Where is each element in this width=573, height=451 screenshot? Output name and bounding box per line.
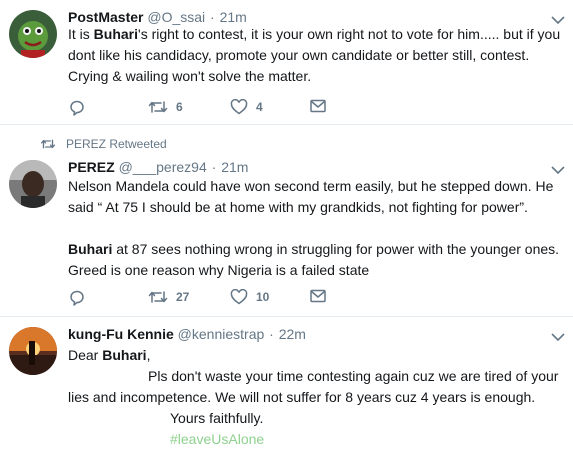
tweet-postmaster[interactable]: PostMaster @O_ssai · 21m It is Buhari's … <box>0 0 573 124</box>
message-button[interactable] <box>310 289 326 303</box>
separator-dot: · <box>269 326 274 342</box>
like-count: 10 <box>256 290 270 304</box>
reply-button[interactable] <box>68 99 86 117</box>
action-bar: 27 10 <box>68 289 398 309</box>
retweet-icon <box>148 101 168 113</box>
action-bar: 6 4 <box>68 99 398 119</box>
tweet-header: kung-Fu Kennie @kenniestrap · 22m <box>68 325 306 343</box>
hashtag-link[interactable]: #leaveUsAlone <box>68 429 568 450</box>
avatar[interactable] <box>9 160 57 208</box>
like-count: 4 <box>256 100 263 114</box>
chevron-down-icon[interactable] <box>551 12 565 25</box>
display-name[interactable]: kung-Fu Kennie <box>68 326 174 342</box>
text-segment: at 87 sees nothing wrong in struggling f… <box>68 241 560 278</box>
retweeted-label: PEREZ Retweeted <box>66 137 167 151</box>
envelope-icon <box>310 289 326 303</box>
message-button[interactable] <box>310 99 326 113</box>
separator-dot: · <box>210 9 215 25</box>
text-segment: Dear <box>68 347 103 363</box>
chevron-down-icon[interactable] <box>551 162 565 175</box>
signoff-line: Yours faithfully. <box>170 410 264 426</box>
display-name[interactable]: PEREZ <box>68 159 115 175</box>
avatar[interactable] <box>9 10 57 58</box>
text-segment: It is <box>68 26 94 42</box>
tweet-paragraph: Nelson Mandela could have won second ter… <box>68 178 554 215</box>
display-name[interactable]: PostMaster <box>68 9 143 25</box>
reply-button[interactable] <box>68 289 86 307</box>
text-bold: Buhari <box>93 26 139 42</box>
text-segment: , <box>146 347 151 363</box>
chevron-down-icon[interactable] <box>551 329 565 342</box>
tweet-kungfu-kennie[interactable]: kung-Fu Kennie @kenniestrap · 22m Dear B… <box>0 317 573 451</box>
like-button[interactable]: 10 <box>230 289 269 305</box>
retweet-icon <box>148 291 168 303</box>
tweet-perez[interactable]: PEREZ @___perez94 · 21m Nelson Mandela c… <box>0 150 573 316</box>
tweet-text: Dear Buhari, Pls don't waste your time c… <box>68 345 568 450</box>
heart-icon <box>230 289 248 305</box>
retweet-icon <box>40 139 56 149</box>
tweet-paragraph: Buhari at 87 sees nothing wrong in strug… <box>68 239 568 281</box>
heart-icon <box>230 99 248 115</box>
separator-dot: · <box>211 159 217 175</box>
body-line: Pls don't waste your time contesting aga… <box>148 368 559 384</box>
retweet-count: 27 <box>176 290 190 304</box>
retweeted-indicator[interactable]: PEREZ Retweeted <box>40 137 167 151</box>
greeting-line: Dear Buhari, <box>68 345 568 366</box>
text-bold: Buhari <box>102 347 147 363</box>
divider <box>0 124 573 125</box>
text-bold: Buhari <box>68 241 113 257</box>
tweet-text: Nelson Mandela could have won second ter… <box>68 176 568 281</box>
envelope-icon <box>310 99 326 113</box>
body-line: lies and incompetence. We will not suffe… <box>68 389 536 405</box>
user-handle[interactable]: @O_ssai <box>147 9 205 25</box>
retweet-count: 6 <box>176 100 183 114</box>
retweet-button[interactable]: 27 <box>148 289 189 305</box>
user-handle[interactable]: @___perez94 <box>119 159 207 175</box>
like-button[interactable]: 4 <box>230 99 263 115</box>
timestamp[interactable]: 21m <box>221 159 248 175</box>
retweet-button[interactable]: 6 <box>148 99 183 115</box>
reply-icon <box>70 100 84 116</box>
avatar[interactable] <box>9 327 57 375</box>
text-segment: 's right to contest, it is your own righ… <box>68 26 561 84</box>
tweet-text: It is Buhari's right to contest, it is y… <box>68 24 568 87</box>
reply-icon <box>70 290 84 306</box>
tweet-header: PEREZ @___perez94 · 21m <box>68 158 248 176</box>
timestamp[interactable]: 21m <box>220 9 247 25</box>
timestamp[interactable]: 22m <box>279 326 306 342</box>
user-handle[interactable]: @kenniestrap <box>178 326 265 342</box>
